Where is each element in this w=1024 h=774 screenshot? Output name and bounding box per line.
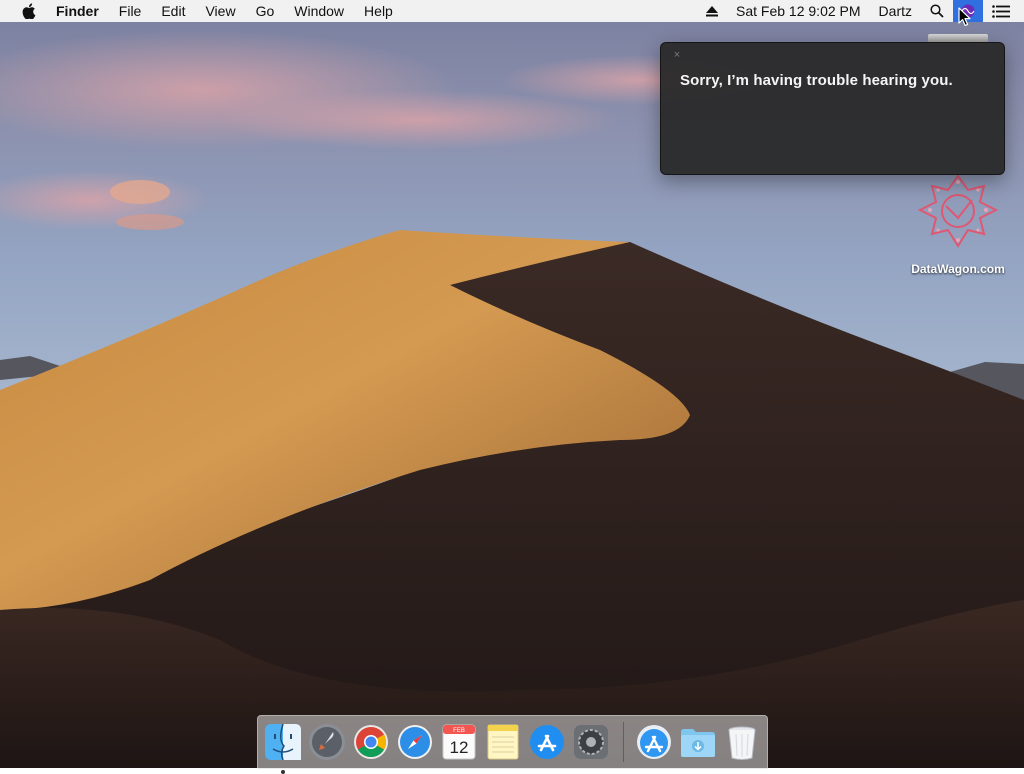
dock: FEB 12 [257,715,768,774]
datawagon-logo-icon [916,172,1000,250]
drive-icon[interactable] [928,34,988,42]
menubar-clock[interactable]: Sat Feb 12 9:02 PM [727,0,870,22]
menu-edit[interactable]: Edit [151,0,195,22]
launchpad-icon[interactable] [307,722,347,762]
system-preferences-icon[interactable] [571,722,611,762]
spotlight-search-icon[interactable] [921,4,953,18]
downloads-folder-icon[interactable] [678,722,718,762]
app-store-download-icon[interactable] [634,722,674,762]
menu-help[interactable]: Help [354,0,403,22]
menu-window[interactable]: Window [284,0,354,22]
desktop-icon-datawagon[interactable]: DataWagon.com [898,172,1018,276]
calendar-icon[interactable]: FEB 12 [439,722,479,762]
siri-close-button[interactable]: × [671,49,683,61]
menu-file[interactable]: File [109,0,152,22]
calendar-day: 12 [450,738,469,757]
menu-view[interactable]: View [195,0,245,22]
calendar-month: FEB [453,728,465,734]
chrome-icon[interactable] [351,722,391,762]
menu-app-name[interactable]: Finder [56,0,109,22]
notes-icon[interactable] [483,722,523,762]
eject-icon[interactable] [697,5,727,17]
finder-icon[interactable] [263,722,303,774]
menu-go[interactable]: Go [246,0,285,22]
apple-menu-icon[interactable] [19,0,39,22]
mouse-cursor-icon [958,7,972,32]
safari-icon[interactable] [395,722,435,762]
menu-bar: Finder File Edit View Go Window Help Sat… [0,0,1024,22]
app-store-icon[interactable] [527,722,567,762]
siri-panel: × Sorry, I’m having trouble hearing you. [660,42,1005,175]
dock-separator [623,722,624,762]
desktop-icon-label: DataWagon.com [911,262,1005,276]
menubar-user[interactable]: Dartz [870,0,921,22]
trash-icon[interactable] [722,722,762,762]
siri-message: Sorry, I’m having trouble hearing you. [680,72,953,89]
notification-center-icon[interactable] [983,4,1024,18]
finder-running-indicator [281,770,285,774]
